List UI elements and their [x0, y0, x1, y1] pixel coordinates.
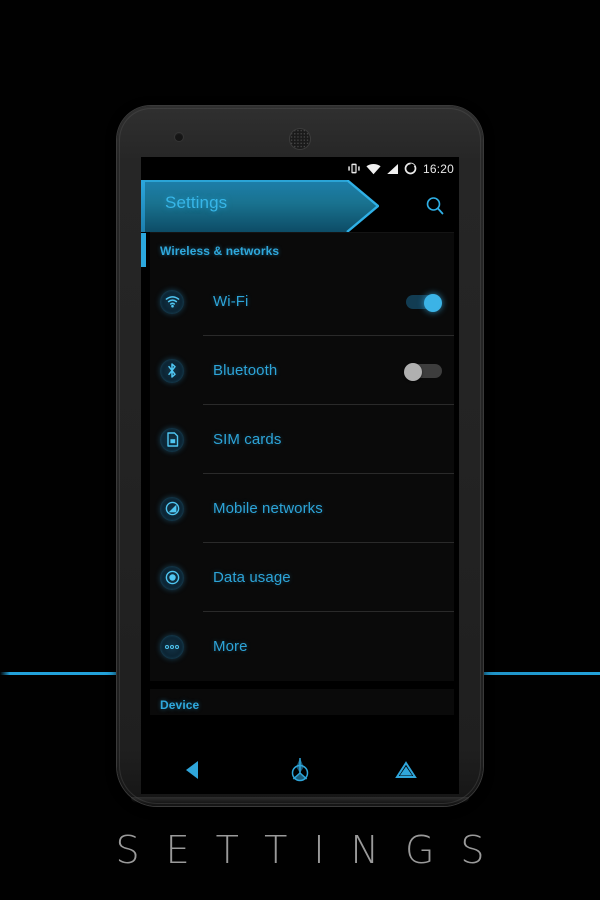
settings-row-bluetooth[interactable]: Bluetooth	[150, 336, 454, 405]
settings-list[interactable]: Wireless & networks Wi-Fi Bluetooth SIM …	[141, 232, 459, 746]
wallpaper-stage: 16:20 Settings Wireless & networks Wi-Fi…	[0, 0, 600, 900]
status-bar: 16:20	[141, 157, 459, 180]
data-usage-icon	[160, 565, 184, 590]
toggle-knob	[424, 293, 442, 312]
settings-row-label: SIM cards	[213, 431, 282, 448]
front-camera-icon	[175, 133, 183, 141]
page-title: Settings	[165, 193, 228, 212]
phone-chin	[131, 797, 469, 803]
back-icon[interactable]	[170, 750, 218, 790]
settings-row-mobile-networks[interactable]: Mobile networks	[150, 474, 454, 543]
navigation-bar	[141, 746, 459, 794]
signal-icon	[386, 163, 399, 175]
wifi-icon	[366, 163, 381, 175]
status-bar-clock: 16:20	[422, 161, 454, 176]
mobile-network-icon	[160, 496, 184, 521]
vibrate-icon	[347, 162, 361, 175]
toggle-knob	[404, 362, 422, 381]
more-icon	[160, 634, 184, 659]
wifi-icon	[160, 289, 184, 314]
phone-screen: 16:20 Settings Wireless & networks Wi-Fi…	[141, 157, 459, 746]
phone-device-frame: 16:20 Settings Wireless & networks Wi-Fi…	[117, 106, 483, 806]
battery-icon	[404, 162, 417, 175]
section-header-wireless: Wireless & networks	[160, 244, 280, 258]
search-icon[interactable]	[423, 194, 447, 218]
section-header-device: Device	[160, 698, 200, 712]
section-wireless-networks: Wireless & networks Wi-Fi Bluetooth SIM …	[141, 232, 454, 681]
home-icon[interactable]	[276, 750, 324, 790]
action-bar: Settings	[141, 180, 459, 232]
settings-row-label: More	[213, 638, 248, 655]
settings-row-sim-cards[interactable]: SIM cards	[150, 405, 454, 474]
settings-row-wifi[interactable]: Wi-Fi	[150, 267, 454, 336]
sim-card-icon	[160, 427, 184, 452]
settings-row-label: Bluetooth	[213, 362, 278, 379]
bluetooth-icon	[160, 358, 184, 383]
action-bar-accent-strip	[141, 180, 145, 232]
settings-row-label: Wi-Fi	[213, 293, 249, 310]
settings-row-more[interactable]: More	[150, 612, 454, 681]
recents-icon[interactable]	[382, 750, 430, 790]
card-separator	[141, 681, 459, 689]
settings-row-data-usage[interactable]: Data usage	[150, 543, 454, 612]
section-device: Device	[150, 689, 454, 715]
settings-row-label: Mobile networks	[213, 500, 323, 517]
section-accent-bar	[141, 233, 146, 267]
settings-row-label: Data usage	[213, 569, 291, 586]
earpiece-speaker-icon	[290, 129, 310, 149]
bluetooth-toggle[interactable]	[404, 362, 442, 381]
wallpaper-caption: SETTINGS	[115, 828, 511, 872]
wifi-toggle[interactable]	[404, 293, 442, 312]
